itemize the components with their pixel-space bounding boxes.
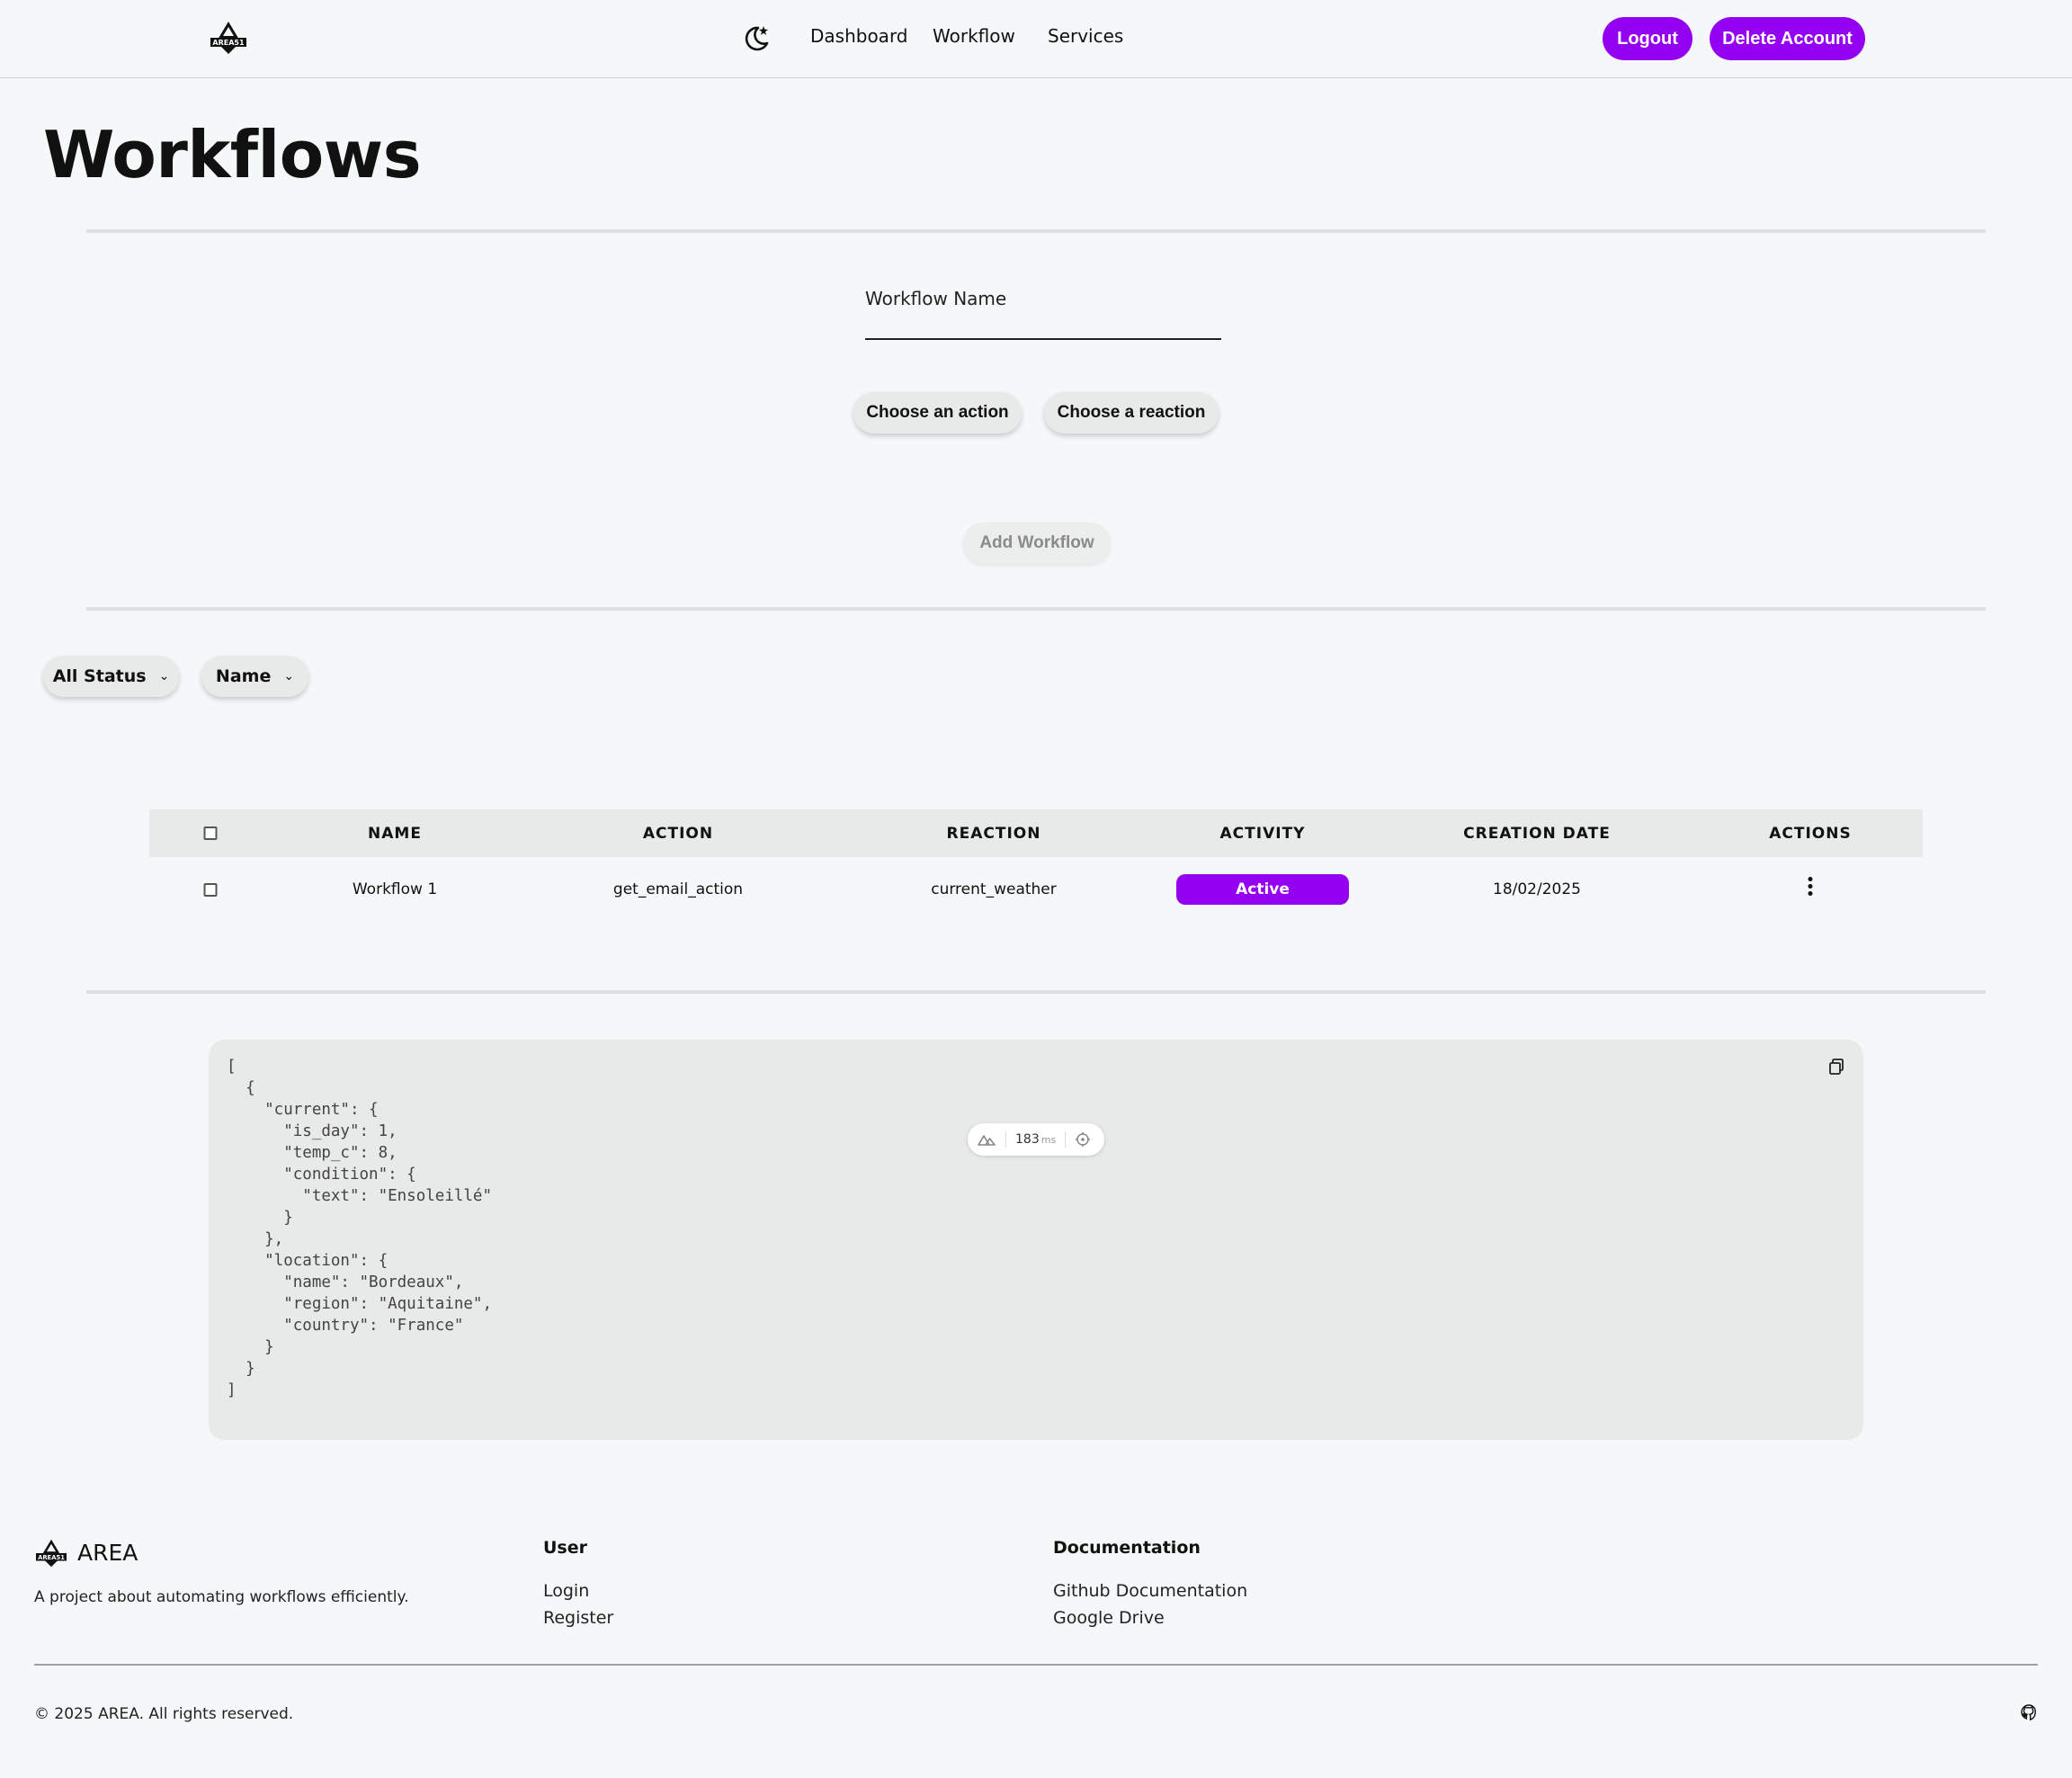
nav-dashboard[interactable]: Dashboard	[810, 25, 908, 47]
footer-tagline: A project about automating workflows eff…	[34, 1588, 409, 1606]
col-actions: ACTIONS	[1769, 824, 1852, 843]
row-checkbox-cell[interactable]	[203, 857, 218, 922]
select-all-checkbox-cell[interactable]	[203, 809, 218, 857]
add-workflow-button[interactable]: Add Workflow	[963, 523, 1111, 564]
nuxt-icon	[978, 1135, 996, 1146]
table-header: NAME ACTION REACTION ACTIVITY CREATION D…	[149, 809, 1923, 857]
divider	[86, 229, 1986, 233]
divider	[86, 990, 1986, 994]
area-logo-icon: AREA51	[36, 1539, 67, 1568]
logout-button[interactable]: Logout	[1603, 17, 1692, 60]
divider	[86, 607, 1986, 611]
copyright-text: © 2025 AREA. All rights reserved.	[34, 1705, 294, 1723]
choose-reaction-button[interactable]: Choose a reaction	[1044, 392, 1219, 433]
page-title: Workflows	[43, 117, 422, 192]
cell-reaction: current_weather	[931, 880, 1057, 898]
col-creation-date[interactable]: CREATION DATE	[1463, 809, 1611, 857]
workflow-name-label: Workflow Name	[865, 288, 1007, 309]
col-reaction[interactable]: REACTION	[947, 809, 1041, 857]
table-row[interactable]: Workflow 1 get_email_action current_weat…	[149, 857, 1923, 922]
chevron-down-icon: ⌄	[158, 669, 170, 684]
workflows-table: NAME ACTION REACTION ACTIVITY CREATION D…	[149, 809, 1923, 922]
cell-creation-date: 18/02/2025	[1493, 880, 1581, 898]
cell-name: Workflow 1	[352, 880, 438, 898]
footer-docs-heading: Documentation	[1053, 1538, 1201, 1558]
kebab-menu-icon[interactable]	[1803, 871, 1818, 901]
cell-action: get_email_action	[612, 880, 744, 898]
footer-login-link[interactable]: Login	[543, 1581, 589, 1601]
footer-user-heading: User	[543, 1538, 587, 1558]
perf-overlay[interactable]: 183 ms	[968, 1123, 1104, 1156]
sort-label: Name	[215, 666, 272, 686]
area-logo-icon[interactable]: AREA51	[209, 20, 248, 56]
delete-account-button[interactable]: Delete Account	[1710, 17, 1865, 60]
status-badge[interactable]: Active	[1176, 874, 1349, 905]
col-action[interactable]: ACTION	[643, 809, 713, 857]
cell-actions	[1803, 853, 1818, 918]
json-output-block: [ { "current": { "is_day": 1, "temp_c": …	[209, 1040, 1863, 1440]
svg-text:AREA51: AREA51	[212, 39, 245, 47]
chevron-down-icon: ⌄	[283, 669, 295, 684]
footer-register-link[interactable]: Register	[543, 1608, 613, 1628]
json-output-text: [ { "current": { "is_day": 1, "temp_c": …	[227, 1058, 493, 1399]
workflow-name-input[interactable]	[865, 317, 1221, 340]
row-checkbox[interactable]	[203, 882, 218, 897]
status-filter-dropdown[interactable]: All Status ⌄	[43, 656, 179, 697]
copy-icon[interactable]	[1827, 1058, 1845, 1076]
crosshair-icon[interactable]	[1075, 1131, 1091, 1148]
sort-dropdown[interactable]: Name ⌄	[201, 656, 308, 697]
footer-brand: AREA	[77, 1540, 138, 1566]
choose-action-button[interactable]: Choose an action	[853, 392, 1022, 433]
footer-github-docs-link[interactable]: Github Documentation	[1053, 1581, 1247, 1601]
select-all-checkbox[interactable]	[203, 826, 218, 840]
top-navbar: AREA51 Dashboard Workflow Services Logou…	[0, 0, 2072, 78]
svg-text:AREA51: AREA51	[38, 1554, 65, 1561]
cell-activity: Active	[1176, 857, 1349, 922]
nav-services[interactable]: Services	[1048, 25, 1123, 47]
footer-google-drive-link[interactable]: Google Drive	[1053, 1608, 1165, 1628]
nav-workflow[interactable]: Workflow	[933, 25, 1015, 47]
github-icon[interactable]	[2020, 1703, 2038, 1721]
col-name[interactable]: NAME	[368, 809, 422, 857]
status-filter-label: All Status	[52, 666, 147, 686]
col-activity[interactable]: ACTIVITY	[1220, 809, 1306, 857]
moon-icon[interactable]	[741, 23, 772, 54]
footer-divider	[34, 1664, 2038, 1666]
perf-readout: 183 ms	[1015, 1132, 1057, 1147]
